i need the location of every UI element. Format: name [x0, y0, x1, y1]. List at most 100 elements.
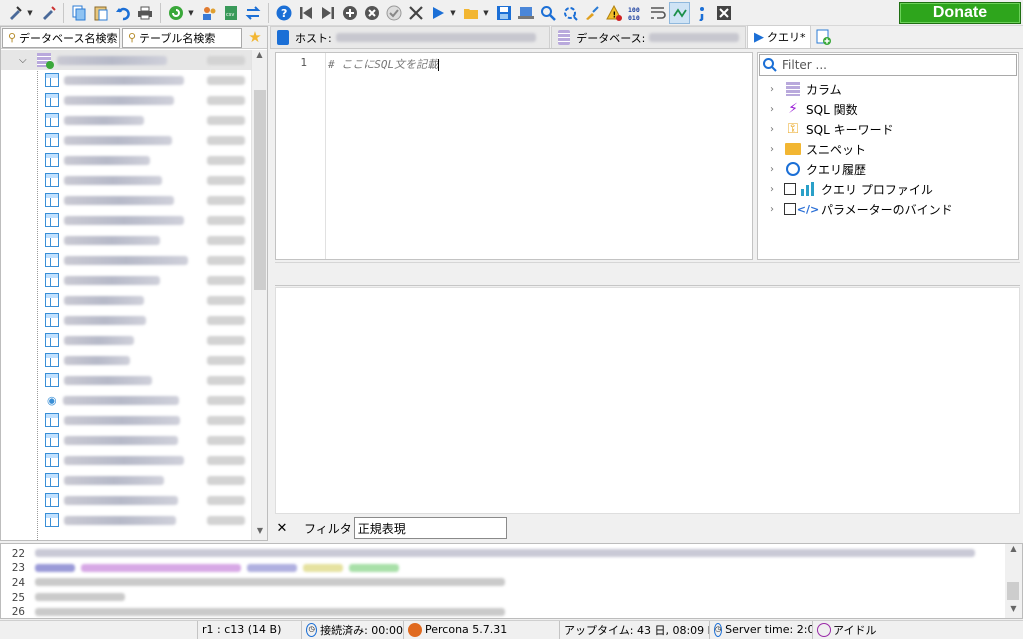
tree-table-item[interactable]	[1, 290, 251, 310]
tree-table-item[interactable]	[1, 330, 251, 350]
tree-table-item[interactable]	[1, 410, 251, 430]
tree-table-item[interactable]	[1, 110, 251, 130]
helper-item[interactable]: › クエリ プロファイル	[758, 179, 1018, 199]
save-icon[interactable]	[493, 2, 514, 24]
refresh-dropdown-icon[interactable]: ▼	[187, 9, 195, 17]
scroll-up-icon[interactable]: ▲	[252, 50, 267, 64]
run-icon[interactable]	[427, 2, 448, 24]
sql-comment-line[interactable]: # ここにSQL文を記載	[328, 58, 438, 71]
helper-item[interactable]: › クエリ履歴	[758, 159, 1018, 179]
find-icon[interactable]	[537, 2, 558, 24]
editor-results-splitter[interactable]	[275, 262, 1020, 286]
helper-item[interactable]: › ⚡ SQL 関数	[758, 99, 1018, 119]
tree-table-item[interactable]	[1, 90, 251, 110]
tree-table-item[interactable]	[1, 170, 251, 190]
helper-filter-input[interactable]: Filter ...	[759, 54, 1017, 76]
helper-item[interactable]: › ⚿ SQL キーワード	[758, 119, 1018, 139]
print-icon[interactable]	[134, 2, 155, 24]
star-icon[interactable]: ★	[244, 29, 266, 47]
chevron-right-icon[interactable]: ›	[770, 204, 784, 215]
close-icon[interactable]	[713, 2, 734, 24]
sql-editor[interactable]: 1 # ここにSQL文を記載	[275, 52, 753, 260]
tree-table-item[interactable]: ◉	[1, 390, 251, 410]
tree-table-item[interactable]	[1, 450, 251, 470]
helper-item[interactable]: › スニペット	[758, 139, 1018, 159]
results-grid[interactable]	[275, 287, 1020, 514]
csv-export-icon[interactable]: csv	[220, 2, 241, 24]
undo-icon[interactable]	[112, 2, 133, 24]
tree-table-item[interactable]	[1, 130, 251, 150]
help-icon[interactable]: ?	[273, 2, 294, 24]
word-wrap-icon[interactable]	[647, 2, 668, 24]
chevron-right-icon[interactable]: ›	[770, 124, 784, 135]
tree-table-item[interactable]	[1, 190, 251, 210]
tree-scroll-thumb[interactable]	[254, 90, 266, 290]
tree-table-item[interactable]	[1, 370, 251, 390]
paste-icon[interactable]	[90, 2, 111, 24]
chevron-down-icon[interactable]: ⌵	[19, 55, 33, 66]
svg-text:010: 010	[628, 14, 640, 21]
filter-input[interactable]	[353, 517, 507, 539]
open-folder-icon[interactable]	[460, 2, 481, 24]
database-filter-input[interactable]: ⚲ データベース名検索	[2, 27, 120, 48]
tab-query[interactable]: ▶ クエリ*	[747, 25, 811, 48]
connect-icon[interactable]	[4, 2, 25, 24]
tree-table-item[interactable]	[1, 150, 251, 170]
chevron-right-icon[interactable]: ›	[770, 144, 784, 155]
tab-host[interactable]: ホスト:	[270, 26, 550, 48]
editor-code-text[interactable]: # ここにSQL文を記載	[328, 56, 440, 72]
tree-table-item[interactable]	[1, 70, 251, 90]
tree-table-item[interactable]	[1, 510, 251, 530]
database-tree[interactable]: ⌵ ◉	[1, 50, 251, 540]
tree-table-item[interactable]	[1, 490, 251, 510]
binary-icon[interactable]: 100 010	[625, 2, 646, 24]
tree-table-item[interactable]	[1, 250, 251, 270]
tab-database[interactable]: データベース:	[551, 26, 746, 48]
table-filter-input[interactable]: ⚲ テーブル名検索	[122, 27, 242, 48]
warnings-icon[interactable]: !	[603, 2, 624, 24]
chevron-right-icon[interactable]: ›	[770, 104, 784, 115]
helper-item[interactable]: › </> パラメーターのバインド	[758, 199, 1018, 219]
copy-icon[interactable]	[68, 2, 89, 24]
first-icon[interactable]	[295, 2, 316, 24]
disconnect-icon[interactable]	[37, 2, 58, 24]
refresh-icon[interactable]	[165, 2, 186, 24]
close-filter-icon[interactable]: ✕	[270, 519, 294, 537]
connect-dropdown-icon[interactable]: ▼	[26, 9, 34, 17]
chevron-right-icon[interactable]: ›	[770, 84, 784, 95]
tree-table-item[interactable]	[1, 210, 251, 230]
cancel-icon[interactable]	[361, 2, 382, 24]
add-icon[interactable]	[339, 2, 360, 24]
save-as-icon[interactable]	[515, 2, 536, 24]
tree-table-item[interactable]	[1, 230, 251, 250]
last-icon[interactable]	[317, 2, 338, 24]
replace-icon[interactable]	[559, 2, 580, 24]
sync-icon[interactable]	[242, 2, 263, 24]
helper-checkbox[interactable]	[784, 183, 796, 195]
donate-button[interactable]: Donate	[899, 2, 1021, 24]
clean-icon[interactable]	[581, 2, 602, 24]
sql-log-panel[interactable]: 22 23 24 25 26 ▲ ▼	[0, 543, 1023, 619]
helper-checkbox[interactable]	[784, 203, 796, 215]
sql-link-icon[interactable]	[669, 1, 690, 24]
line-number-gutter: 1	[276, 53, 326, 259]
scroll-down-icon[interactable]: ▼	[252, 526, 268, 540]
new-query-tab-icon[interactable]	[812, 26, 834, 48]
delete-icon[interactable]	[405, 2, 426, 24]
tree-table-item[interactable]	[1, 310, 251, 330]
open-dropdown-icon[interactable]: ▼	[482, 9, 490, 17]
user-manager-icon[interactable]	[198, 2, 219, 24]
semicolon-icon[interactable]	[691, 2, 712, 24]
tree-table-item[interactable]	[1, 350, 251, 370]
run-dropdown-icon[interactable]: ▼	[449, 9, 457, 17]
tree-table-item[interactable]	[1, 270, 251, 290]
apply-icon[interactable]	[383, 2, 404, 24]
tree-scrollbar[interactable]: ▲ ▼	[251, 50, 267, 540]
tree-root-database[interactable]: ⌵	[1, 50, 251, 70]
chevron-right-icon[interactable]: ›	[770, 184, 784, 195]
tree-table-item[interactable]	[1, 470, 251, 490]
helper-item[interactable]: › カラム	[758, 79, 1018, 99]
tree-table-item[interactable]	[1, 430, 251, 450]
chevron-right-icon[interactable]: ›	[770, 164, 784, 175]
log-scrollbar[interactable]: ▲ ▼	[1005, 544, 1022, 618]
